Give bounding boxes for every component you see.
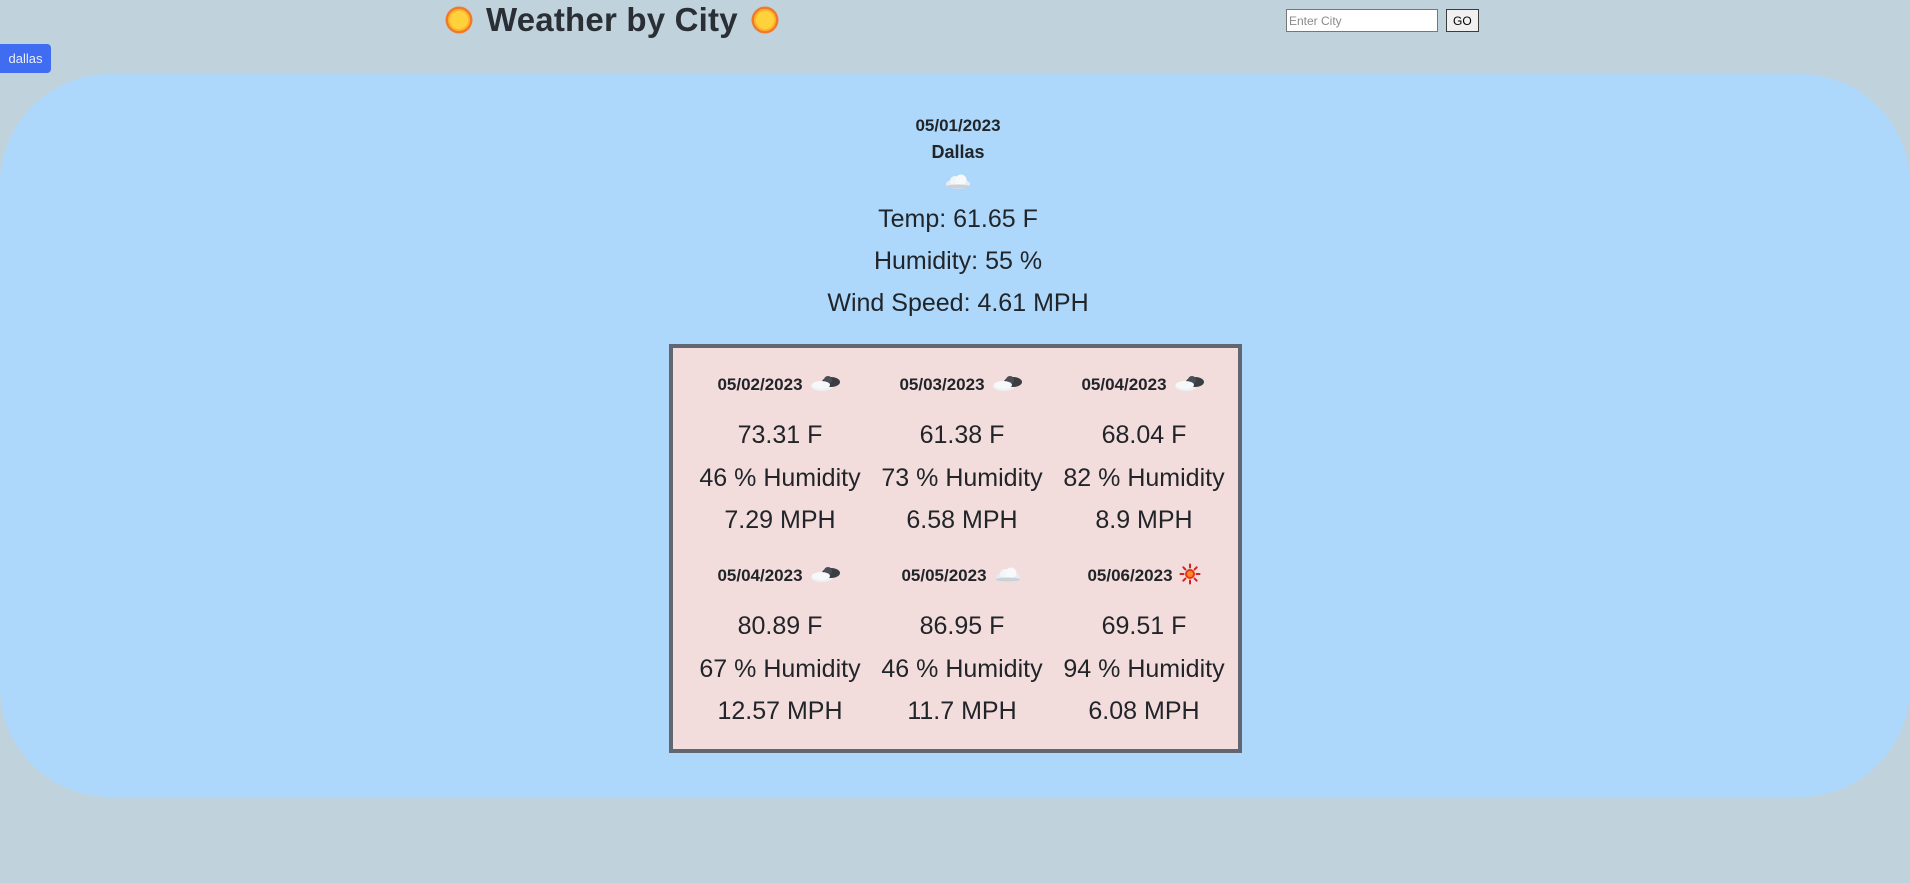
cloud-rain-icon [1173, 373, 1207, 398]
forecast-wind: 8.9 MPH [1095, 506, 1193, 534]
sun-icon [444, 5, 474, 35]
forecast-date: 05/03/2023 [899, 375, 985, 394]
forecast-humidity: 94 % Humidity [1063, 654, 1225, 683]
forecast-day-card: 05/04/2023 80.89 F 67 % Humidity 12.57 M… [689, 557, 871, 748]
forecast-wind: 7.29 MPH [724, 506, 836, 534]
forecast-details: 80.89 F 67 % Humidity 12.57 MPH [689, 595, 871, 733]
forecast-day-header: 05/04/2023 [1053, 366, 1235, 404]
current-date: 05/01/2023 [915, 116, 1001, 135]
forecast-temp: 73.31 F [737, 421, 823, 449]
forecast-humidity: 82 % Humidity [1063, 463, 1225, 492]
sun-icon [750, 5, 780, 35]
page-title: Weather by City [486, 1, 738, 38]
cloud-icon [943, 171, 973, 196]
forecast-day-header: 05/05/2023 [871, 557, 1053, 595]
cloud-rain-icon [809, 564, 843, 589]
forecast-day-card: 05/02/2023 73.31 F 46 % Humidity 7.29 MP… [689, 366, 871, 557]
forecast-temp: 68.04 F [1101, 421, 1187, 449]
forecast-humidity: 67 % Humidity [699, 654, 861, 683]
forecast-temp: 80.89 F [737, 612, 823, 640]
current-wind: Wind Speed: 4.61 MPH [827, 289, 1089, 317]
forecast-day-header: 05/06/2023 [1053, 557, 1235, 595]
cloud-icon [993, 564, 1023, 589]
forecast-day-header: 05/03/2023 [871, 366, 1053, 404]
go-button[interactable]: GO [1446, 9, 1479, 32]
forecast-grid: 05/02/2023 73.31 F 46 % Humidity 7.29 MP… [689, 366, 1235, 748]
header: Weather by City GO [0, 0, 1910, 40]
forecast-date: 05/04/2023 [1081, 375, 1167, 394]
city-search-input[interactable] [1286, 9, 1438, 32]
forecast-day-header: 05/02/2023 [689, 366, 871, 404]
current-icon-wrap [0, 168, 1910, 198]
forecast-day-card: 05/03/2023 61.38 F 73 % Humidity 6.58 MP… [871, 366, 1053, 557]
forecast-day-card: 05/05/2023 86.95 F 46 % Humidity 11.7 MP… [871, 557, 1053, 748]
forecast-details: 86.95 F 46 % Humidity 11.7 MPH [871, 595, 1053, 733]
forecast-temp: 61.38 F [919, 421, 1005, 449]
current-humidity: Humidity: 55 % [873, 247, 1043, 275]
cloud-rain-icon [809, 373, 843, 398]
forecast-details: 61.38 F 73 % Humidity 6.58 MPH [871, 404, 1053, 542]
forecast-wind: 11.7 MPH [907, 697, 1017, 725]
forecast-day-card: 05/06/2023 69.51 F 94 % Humidity 6.08 MP… [1053, 557, 1235, 748]
forecast-wind: 12.57 MPH [717, 697, 843, 725]
five-day-forecast: 05/02/2023 73.31 F 46 % Humidity 7.29 MP… [669, 344, 1242, 753]
weather-panel: 05/01/2023 Dallas Temp: 61.65 F Humidity… [0, 74, 1910, 797]
forecast-details: 73.31 F 46 % Humidity 7.29 MPH [689, 404, 871, 542]
current-city: Dallas [931, 142, 985, 162]
forecast-date: 05/05/2023 [901, 566, 987, 585]
forecast-humidity: 46 % Humidity [699, 463, 861, 492]
forecast-date: 05/04/2023 [717, 566, 803, 585]
current-weather: 05/01/2023 Dallas Temp: 61.65 F Humidity… [0, 114, 1910, 324]
forecast-humidity: 46 % Humidity [881, 654, 1043, 683]
history-item-dallas[interactable]: dallas [0, 44, 51, 73]
forecast-temp: 69.51 F [1101, 612, 1187, 640]
forecast-date: 05/02/2023 [717, 375, 803, 394]
forecast-temp: 86.95 F [919, 612, 1005, 640]
forecast-day-card: 05/04/2023 68.04 F 82 % Humidity 8.9 MPH [1053, 366, 1235, 557]
forecast-humidity: 73 % Humidity [881, 463, 1043, 492]
title-area: Weather by City [444, 0, 780, 40]
forecast-details: 68.04 F 82 % Humidity 8.9 MPH [1053, 404, 1235, 542]
cloud-rain-icon [991, 373, 1025, 398]
current-temp: Temp: 61.65 F [878, 205, 1038, 233]
search-form: GO [1286, 9, 1479, 32]
forecast-wind: 6.58 MPH [906, 506, 1018, 534]
forecast-date: 05/06/2023 [1087, 566, 1173, 585]
forecast-wind: 6.08 MPH [1088, 697, 1200, 725]
sun-icon [1179, 563, 1201, 590]
forecast-details: 69.51 F 94 % Humidity 6.08 MPH [1053, 595, 1235, 733]
forecast-day-header: 05/04/2023 [689, 557, 871, 595]
